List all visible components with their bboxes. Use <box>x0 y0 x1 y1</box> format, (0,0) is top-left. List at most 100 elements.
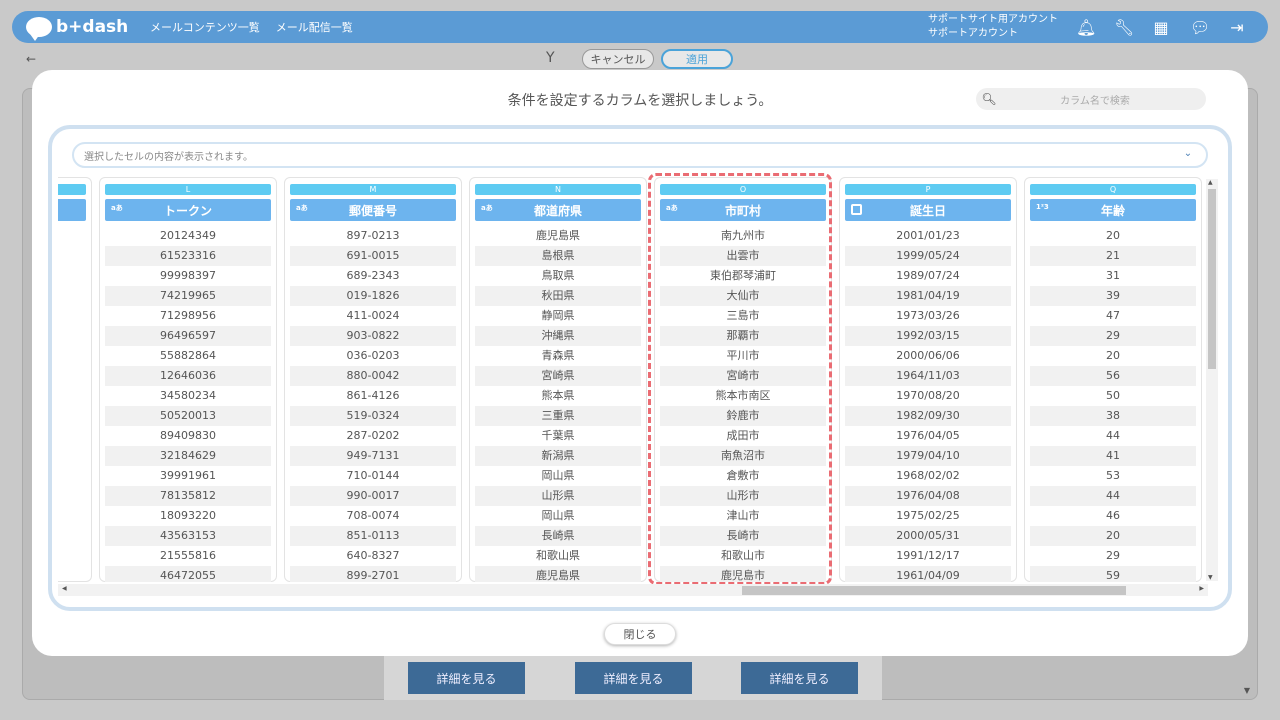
table-cell[interactable]: 53 <box>1030 466 1196 486</box>
scroll-down-icon[interactable]: ▼ <box>1208 574 1213 581</box>
table-cell[interactable]: 949-7131 <box>290 446 456 466</box>
table-cell[interactable]: 1981/04/19 <box>845 286 1011 306</box>
detail-button[interactable]: 詳細を見る <box>408 662 525 694</box>
table-cell[interactable]: 411-0024 <box>290 306 456 326</box>
table-cell[interactable]: 東伯郡琴浦町 <box>660 266 826 286</box>
chevron-down-icon[interactable]: ⌄ <box>1180 148 1196 162</box>
table-cell[interactable]: 880-0042 <box>290 366 456 386</box>
table-cell[interactable]: 熊本市南区 <box>660 386 826 406</box>
nav-mail-delivery[interactable]: メール配信一覧 <box>276 19 353 35</box>
table-cell[interactable]: 2001/01/23 <box>845 226 1011 246</box>
table-cell[interactable]: 20124349 <box>105 226 271 246</box>
table-cell[interactable]: 山形県 <box>475 486 641 506</box>
chat-icon[interactable]: 💬︎ <box>1190 18 1210 37</box>
table-cell[interactable]: 鳥取県 <box>475 266 641 286</box>
table-cell[interactable]: 32184629 <box>105 446 271 466</box>
table-cell[interactable]: 20 <box>1030 226 1196 246</box>
table-cell[interactable]: 036-0203 <box>290 346 456 366</box>
table-cell[interactable]: 和歌山県 <box>475 546 641 566</box>
table-cell[interactable]: 44 <box>1030 486 1196 506</box>
table-cell[interactable]: 640-8327 <box>290 546 456 566</box>
table-cell[interactable]: 岡山県 <box>475 466 641 486</box>
table-cell[interactable]: 鈴鹿市 <box>660 406 826 426</box>
table-cell[interactable]: 56 <box>1030 366 1196 386</box>
table-cell[interactable]: 39991961 <box>105 466 271 486</box>
bell-icon[interactable]: 🔔︎ <box>1076 18 1096 37</box>
table-cell[interactable]: 20 <box>1030 526 1196 546</box>
scroll-left-icon[interactable]: ◀ <box>62 585 67 592</box>
scroll-right-icon[interactable]: ▶ <box>1199 585 1204 592</box>
back-arrow-icon[interactable]: ← <box>26 52 36 66</box>
logout-icon[interactable]: ⇥ <box>1228 18 1246 37</box>
grid-icon[interactable]: ▦ <box>1152 18 1170 37</box>
table-cell[interactable]: 1976/04/08 <box>845 486 1011 506</box>
table-cell[interactable]: 21 <box>1030 246 1196 266</box>
table-cell[interactable]: 708-0074 <box>290 506 456 526</box>
column-m[interactable]: Maあ 郵便番号 897-0213 691-0015 689-2343 019-1826 4… <box>284 177 462 582</box>
table-cell[interactable]: 899-2701 <box>290 566 456 582</box>
table-cell[interactable]: 903-0822 <box>290 326 456 346</box>
column-p[interactable]: P 誕生日 2001/01/23 1999/05/24 1989/07/24 1981/0… <box>839 177 1017 582</box>
table-cell[interactable]: 44 <box>1030 426 1196 446</box>
table-cell[interactable]: 1992/03/15 <box>845 326 1011 346</box>
table-cell[interactable]: 秋田県 <box>475 286 641 306</box>
horizontal-scrollbar[interactable]: ◀ ▶ <box>58 584 1208 596</box>
table-cell[interactable]: 38 <box>1030 406 1196 426</box>
table-cell[interactable]: 静岡県 <box>475 306 641 326</box>
column-header[interactable]: 1²3 年齢 <box>1030 199 1196 221</box>
scroll-down-arrow-icon[interactable]: ▼ <box>1244 686 1250 695</box>
logo[interactable]: b+dash <box>26 17 134 41</box>
column-header[interactable]: aあ トークン <box>105 199 271 221</box>
table-cell[interactable]: 897-0213 <box>290 226 456 246</box>
table-cell[interactable]: 津山市 <box>660 506 826 526</box>
table-cell[interactable]: 46 <box>1030 506 1196 526</box>
table-cell[interactable]: 851-0113 <box>290 526 456 546</box>
table-cell[interactable]: 31 <box>1030 266 1196 286</box>
table-cell[interactable]: 50520013 <box>105 406 271 426</box>
table-cell[interactable]: 鹿児島県 <box>475 566 641 582</box>
cancel-button[interactable]: キャンセル <box>582 49 654 69</box>
table-cell[interactable]: 1979/04/10 <box>845 446 1011 466</box>
table-cell[interactable]: 96496597 <box>105 326 271 346</box>
vertical-scrollbar[interactable]: ▲ ▼ <box>1206 179 1218 581</box>
column-q[interactable]: Q 1²3 年齢 20 21 31 39 47 29 20 56 50 38 44 41 53 44 46 20 29… <box>1024 177 1202 582</box>
table-cell[interactable]: 99998397 <box>105 266 271 286</box>
column-search-input[interactable]: 🔍︎ カラム名で検索 <box>976 88 1206 110</box>
scroll-up-icon[interactable]: ▲ <box>1208 179 1213 186</box>
table-cell[interactable]: 倉敷市 <box>660 466 826 486</box>
table-cell[interactable]: 710-0144 <box>290 466 456 486</box>
close-button[interactable]: 閉じる <box>604 623 676 645</box>
table-cell[interactable]: 三重県 <box>475 406 641 426</box>
table-cell[interactable]: 74219965 <box>105 286 271 306</box>
table-cell[interactable]: 三島市 <box>660 306 826 326</box>
column-n[interactable]: Naあ 都道府県 鹿児島県 島根県 鳥取県 秋田県 静岡県 沖縄県 青森県 宮崎県 熊本県 三重県 千葉… <box>469 177 647 582</box>
table-cell[interactable]: 59 <box>1030 566 1196 582</box>
column-o[interactable]: Oaあ 市町村 南九州市 出雲市 東伯郡琴浦町 大仙市 三島市 那覇市 平川市 宮崎市 熊本市南区鈴… <box>654 177 832 582</box>
table-cell[interactable]: 34580234 <box>105 386 271 406</box>
table-cell[interactable]: 宮崎県 <box>475 366 641 386</box>
table-cell[interactable]: 那覇市 <box>660 326 826 346</box>
table-cell[interactable]: 平川市 <box>660 346 826 366</box>
table-cell[interactable]: 南魚沼市 <box>660 446 826 466</box>
table-cell[interactable]: 長崎県 <box>475 526 641 546</box>
table-cell[interactable]: 1991/12/17 <box>845 546 1011 566</box>
detail-button[interactable]: 詳細を見る <box>741 662 858 694</box>
nav-mail-contents[interactable]: メールコンテンツ一覧 <box>150 19 260 35</box>
table-cell[interactable]: 29 <box>1030 326 1196 346</box>
table-cell[interactable]: 39 <box>1030 286 1196 306</box>
table-cell[interactable]: 43563153 <box>105 526 271 546</box>
table-cell[interactable]: 鹿児島県 <box>475 226 641 246</box>
table-cell[interactable]: 29 <box>1030 546 1196 566</box>
filter-icon[interactable]: Y <box>546 50 555 66</box>
table-cell[interactable]: 990-0017 <box>290 486 456 506</box>
table-cell[interactable]: 長崎市 <box>660 526 826 546</box>
table-cell[interactable]: 熊本県 <box>475 386 641 406</box>
table-cell[interactable]: 89409830 <box>105 426 271 446</box>
table-cell[interactable]: 78135812 <box>105 486 271 506</box>
cell-preview-field[interactable]: 選択したセルの内容が表示されます。 ⌄ <box>72 142 1208 168</box>
table-cell[interactable]: 大仙市 <box>660 286 826 306</box>
table-cell[interactable]: 41 <box>1030 446 1196 466</box>
table-cell[interactable]: 019-1826 <box>290 286 456 306</box>
table-cell[interactable]: 1968/02/02 <box>845 466 1011 486</box>
table-cell[interactable]: 新潟県 <box>475 446 641 466</box>
